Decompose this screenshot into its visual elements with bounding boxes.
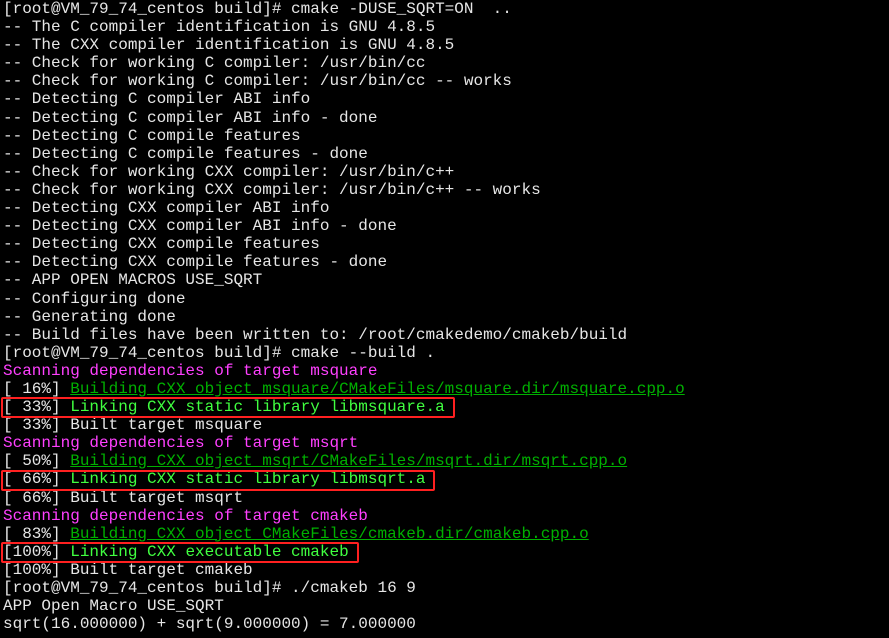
terminal-line: [root@VM_79_74_centos build]# cmake --bu… (3, 344, 685, 362)
line-text: -- Build files have been written to: /ro… (3, 325, 628, 344)
terminal-line: [root@VM_79_74_centos build]# cmake -DUS… (3, 0, 685, 18)
terminal-line: sqrt(16.000000) + sqrt(9.000000) = 7.000… (3, 615, 685, 633)
terminal-line: -- Check for working C compiler: /usr/bi… (3, 54, 685, 72)
terminal-line: -- Configuring done (3, 290, 685, 308)
line-text: -- Detecting C compiler ABI info (3, 90, 311, 109)
terminal-line: [ 50%] Building CXX object msqrt/CMakeFi… (3, 452, 685, 470)
terminal-line: -- Check for working CXX compiler: /usr/… (3, 163, 685, 181)
line-text: -- Check for working C compiler: /usr/bi… (3, 54, 426, 73)
terminal-line: [ 16%] Building CXX object msquare/CMake… (3, 380, 685, 398)
line-text: -- Detecting CXX compile features (3, 235, 320, 254)
terminal-line: -- Check for working CXX compiler: /usr/… (3, 181, 685, 199)
line-text: -- Detecting C compile features - done (3, 144, 368, 163)
terminal-line: [root@VM_79_74_centos build]# ./cmakeb 1… (3, 579, 685, 597)
line-text: [ 66%] Built target msqrt (3, 488, 244, 507)
highlight-box (1, 397, 455, 419)
line-message: Building CXX object msqrt/CMakeFiles/msq… (70, 452, 628, 471)
terminal-line: -- Detecting CXX compiler ABI info - don… (3, 217, 685, 235)
highlight-box (1, 542, 359, 563)
highlight-box (1, 469, 436, 491)
terminal-line: -- Detecting C compile features - done (3, 145, 685, 163)
terminal-line: -- Detecting C compile features (3, 127, 685, 145)
terminal-line: -- Detecting C compiler ABI info - done (3, 109, 685, 127)
terminal-output[interactable]: [root@VM_79_74_centos build]# cmake -DUS… (3, 0, 685, 633)
terminal-line: [100%] Built target cmakeb (3, 561, 685, 579)
line-text: -- Detecting CXX compile features - done (3, 253, 388, 272)
line-text: -- Detecting C compiler ABI info - done (3, 108, 378, 127)
line-text: -- Generating done (3, 307, 176, 326)
terminal-line: -- The CXX compiler identification is GN… (3, 36, 685, 54)
line-text: [ 16%] (3, 379, 71, 398)
line-text: -- Check for working C compiler: /usr/bi… (3, 72, 512, 91)
line-text: Scanning dependencies of target msquare (3, 361, 378, 380)
terminal-line: [ 33%] Built target msquare (3, 416, 685, 434)
terminal-line: Scanning dependencies of target cmakeb (3, 507, 685, 525)
line-text: [ 33%] Built target msquare (3, 416, 263, 435)
line-text: -- Detecting CXX compiler ABI info - don… (3, 217, 397, 236)
line-message: Building CXX object msquare/CMakeFiles/m… (70, 379, 685, 398)
line-message: Building CXX object CMakeFiles/cmakeb.di… (70, 524, 589, 543)
terminal-line: -- Detecting C compiler ABI info (3, 90, 685, 108)
line-text: [root@VM_79_74_centos build]# cmake -DUS… (3, 0, 512, 18)
terminal-line: -- Check for working C compiler: /usr/bi… (3, 72, 685, 90)
line-text: -- APP OPEN MACROS USE_SQRT (3, 271, 263, 290)
line-text: Scanning dependencies of target msqrt (3, 434, 359, 453)
line-text: -- Check for working CXX compiler: /usr/… (3, 180, 541, 199)
line-text: -- Configuring done (3, 289, 186, 308)
terminal-line: -- Detecting CXX compiler ABI info (3, 199, 685, 217)
terminal-line: -- Generating done (3, 308, 685, 326)
line-text: Scanning dependencies of target cmakeb (3, 506, 368, 525)
line-text: APP Open Macro USE_SQRT (3, 597, 224, 616)
terminal-line: Scanning dependencies of target msqrt (3, 434, 685, 452)
terminal-line: [ 66%] Built target msqrt (3, 489, 685, 507)
line-text: -- The C compiler identification is GNU … (3, 18, 436, 37)
terminal-line: -- Detecting CXX compile features (3, 235, 685, 253)
terminal-line: APP Open Macro USE_SQRT (3, 597, 685, 615)
line-text: -- Check for working CXX compiler: /usr/… (3, 162, 455, 181)
line-text: [root@VM_79_74_centos build]# ./cmakeb 1… (3, 579, 416, 597)
line-text: -- Detecting CXX compiler ABI info (3, 199, 330, 218)
terminal-line: Scanning dependencies of target msquare (3, 362, 685, 380)
line-text: sqrt(16.000000) + sqrt(9.000000) = 7.000… (3, 615, 416, 634)
line-text: -- The CXX compiler identification is GN… (3, 36, 455, 55)
line-text: [ 83%] (3, 524, 71, 543)
line-text: [ 50%] (3, 452, 71, 471)
terminal-line: [ 83%] Building CXX object CMakeFiles/cm… (3, 525, 685, 543)
terminal-line: -- Build files have been written to: /ro… (3, 326, 685, 344)
terminal-line: -- Detecting CXX compile features - done (3, 253, 685, 271)
line-text: [root@VM_79_74_centos build]# cmake --bu… (3, 343, 436, 362)
terminal-line: -- APP OPEN MACROS USE_SQRT (3, 271, 685, 289)
line-text: [100%] Built target cmakeb (3, 560, 253, 579)
line-text: -- Detecting C compile features (3, 126, 301, 145)
terminal-line: -- The C compiler identification is GNU … (3, 18, 685, 36)
